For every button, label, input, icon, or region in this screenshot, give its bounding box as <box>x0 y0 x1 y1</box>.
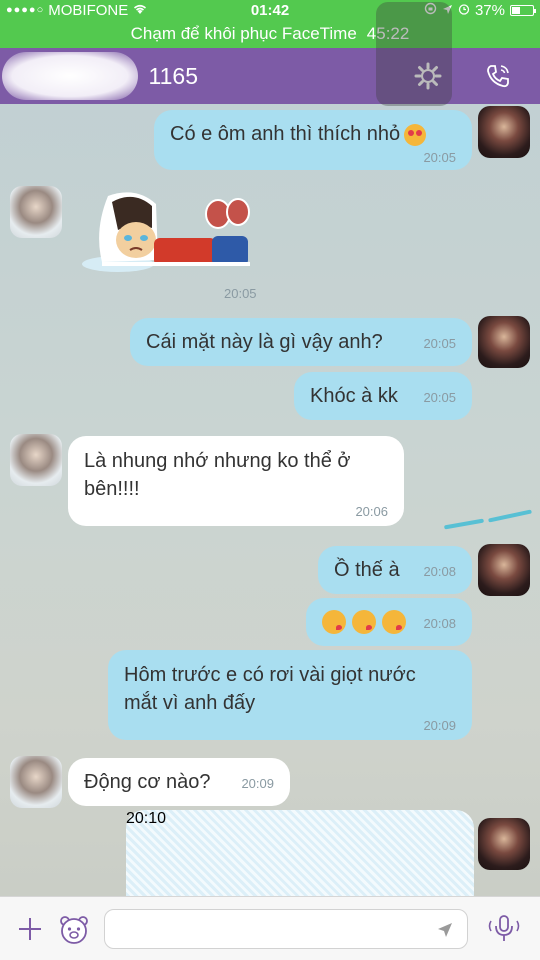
status-left: ●●●●○ MOBIFONE <box>6 2 206 19</box>
message-text: Cái mặt này là gì vậy anh? <box>146 331 383 353</box>
message-time: 20:05 <box>423 336 456 351</box>
message-text-line: Hôm trước e có rơi vài giọt nước <box>124 664 416 686</box>
message-bubble-outgoing[interactable]: Ồ thế à 20:08 <box>318 546 472 594</box>
signal-strength: ●●●●○ <box>6 4 45 16</box>
redacted-message-bubble[interactable]: 20:10 <box>126 810 474 896</box>
alarm-icon <box>458 2 470 19</box>
message-bubble-outgoing[interactable]: 20:08 <box>306 598 472 646</box>
message-text-line: bên!!!! <box>84 478 140 500</box>
redacted-contact-name <box>2 52 138 100</box>
facetime-return-banner[interactable]: Chạm để khôi phục FaceTime 45:22 <box>0 20 540 48</box>
sticker-bear-icon[interactable] <box>56 911 92 947</box>
contact-avatar[interactable] <box>10 186 62 238</box>
contact-avatar[interactable] <box>10 756 62 808</box>
message-text-line: mắt vì anh đấy <box>124 692 256 714</box>
battery-percent: 37% <box>474 1 505 19</box>
message-time: 20:08 <box>423 616 456 631</box>
my-avatar[interactable] <box>478 316 530 368</box>
contact-avatar[interactable] <box>10 434 62 486</box>
background-decoration <box>488 509 532 523</box>
message-bubble-outgoing[interactable]: Cái mặt này là gì vậy anh? 20:05 <box>130 318 472 366</box>
carrier-name: MOBIFONE <box>48 1 129 19</box>
message-bubble-incoming[interactable]: Là nhung nhớ nhưng ko thể ở bên!!!! 20:0… <box>68 436 404 526</box>
kissing-heart-emoji-icon <box>322 610 346 634</box>
message-bubble-outgoing[interactable]: Hôm trước e có rơi vài giọt nước mắt vì … <box>108 650 472 740</box>
message-input[interactable] <box>104 909 468 949</box>
kissing-heart-emoji-icon <box>382 610 406 634</box>
wifi-icon <box>132 2 148 19</box>
my-avatar[interactable] <box>478 544 530 596</box>
facetime-pip-overlay <box>376 2 452 106</box>
battery-icon <box>510 4 536 16</box>
message-time: 20:09 <box>241 776 274 791</box>
background-decoration <box>443 518 485 530</box>
facetime-banner-text: Chạm để khôi phục FaceTime <box>130 24 357 43</box>
call-phone-icon[interactable] <box>480 58 516 94</box>
message-bubble-incoming[interactable]: Động cơ nào? 20:09 <box>68 758 290 806</box>
status-bar: ●●●●○ MOBIFONE 01:42 37% <box>0 0 540 20</box>
message-text-line: Là nhung nhớ nhưng ko thể ở <box>84 450 351 472</box>
chat-header: 1165 <box>0 48 540 104</box>
message-bubble-outgoing[interactable]: Khóc à kk 20:05 <box>294 372 472 420</box>
message-text: Ồ thế à <box>334 559 400 581</box>
my-avatar[interactable] <box>478 818 530 870</box>
voice-microphone-icon[interactable] <box>484 911 524 947</box>
message-text: Động cơ nào? <box>84 771 211 793</box>
message-time: 20:09 <box>423 718 456 733</box>
send-arrow-icon[interactable] <box>435 920 455 940</box>
message-text: Khóc à kk <box>310 385 398 407</box>
my-avatar[interactable] <box>478 106 530 158</box>
message-time: 20:05 <box>423 390 456 405</box>
add-attachment-icon[interactable] <box>14 913 46 945</box>
kissing-heart-emoji-icon <box>352 610 376 634</box>
message-input-bar <box>0 896 540 960</box>
message-text: Có e ôm anh thì thích nhỏ <box>170 123 427 146</box>
message-time: 20:10 <box>126 810 167 827</box>
contact-number-suffix: 1165 <box>148 62 198 89</box>
message-list[interactable]: Có e ôm anh thì thích nhỏ 20:05 20:05 Cá… <box>0 104 540 896</box>
message-time: 20:08 <box>423 564 456 579</box>
message-bubble-outgoing[interactable]: Có e ôm anh thì thích nhỏ 20:05 <box>154 110 472 170</box>
message-time: 20:05 <box>224 286 257 301</box>
message-time: 20:06 <box>355 504 388 519</box>
emoji-row <box>322 610 412 634</box>
heart-eyes-emoji-icon <box>404 123 427 146</box>
crying-boy-sticker[interactable] <box>78 190 262 280</box>
message-time: 20:05 <box>423 150 456 165</box>
